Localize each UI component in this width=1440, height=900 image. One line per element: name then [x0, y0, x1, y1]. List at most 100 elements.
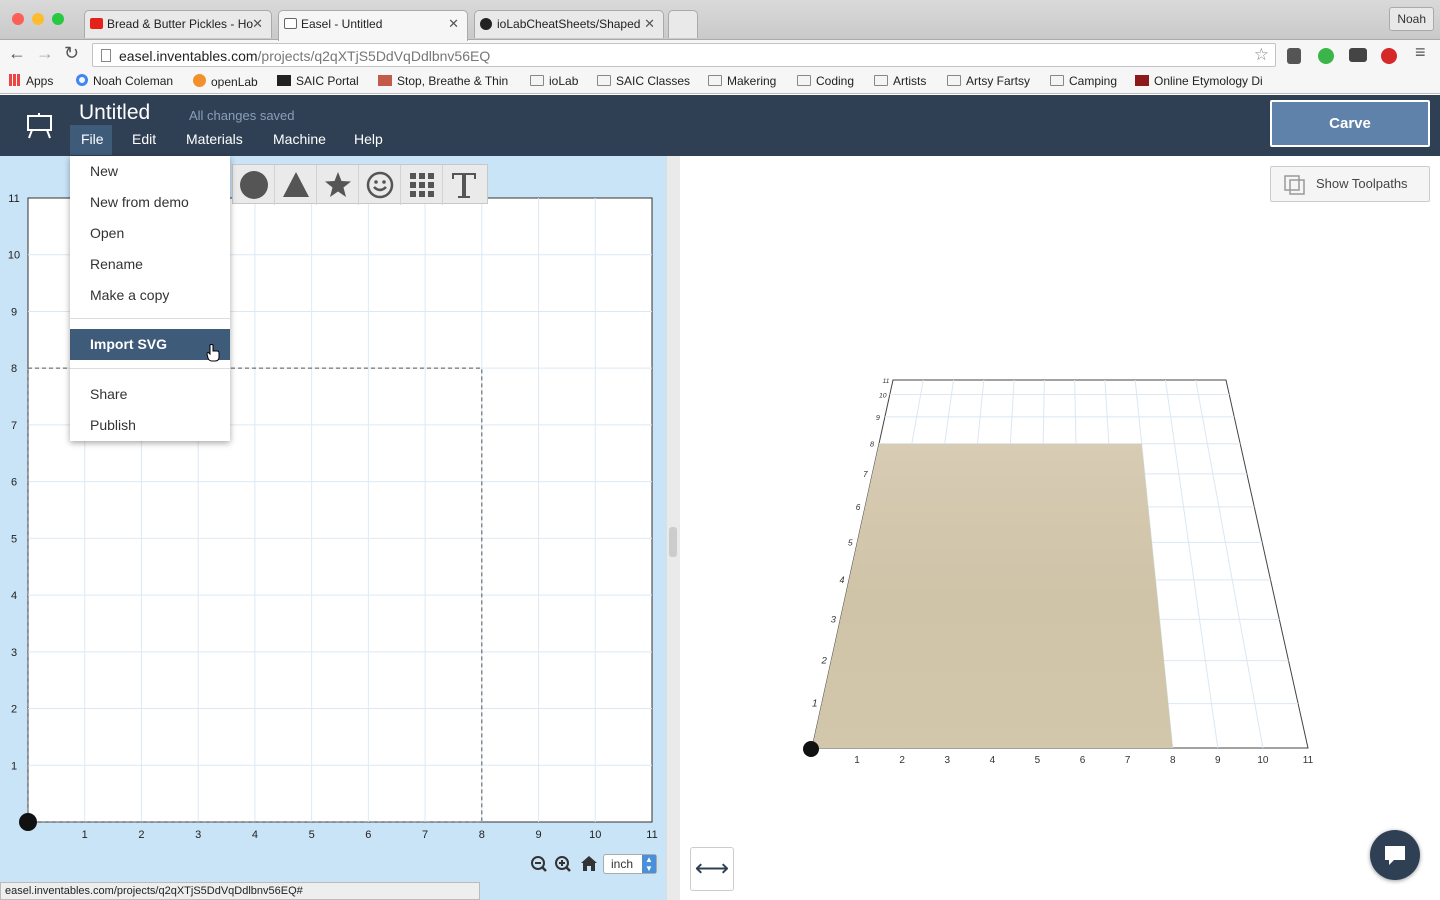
- x-tick-label: 7: [422, 829, 428, 841]
- origin-marker[interactable]: [19, 813, 37, 831]
- menu-item-open[interactable]: Open: [70, 218, 230, 249]
- bookmark-folder-camping[interactable]: Camping: [1050, 74, 1117, 88]
- reload-icon[interactable]: ↻: [64, 43, 79, 64]
- menu-machine[interactable]: Machine: [273, 131, 326, 147]
- bookmark-folder-coding[interactable]: Coding: [797, 74, 854, 88]
- folder-icon: [874, 75, 888, 86]
- preview-x-tick: 2: [899, 755, 905, 766]
- triangle-tool-button[interactable]: [275, 165, 317, 205]
- easel-logo-icon[interactable]: [26, 112, 54, 140]
- menu-item-new[interactable]: New: [70, 156, 230, 187]
- icon-library-button[interactable]: [359, 165, 401, 205]
- menu-item-make-a-copy[interactable]: Make a copy: [70, 280, 230, 311]
- bookmark-saic-portal[interactable]: SAIC Portal: [277, 74, 359, 88]
- preview-y-tick: 6: [856, 503, 861, 512]
- menu-edit[interactable]: Edit: [132, 131, 156, 147]
- bookmark-star-icon[interactable]: ☆: [1254, 45, 1269, 65]
- resize-handle[interactable]: [669, 527, 677, 557]
- preview-y-tick: 9: [876, 413, 880, 422]
- y-tick-label: 7: [11, 420, 17, 432]
- preview-y-tick: 2: [821, 656, 828, 667]
- back-icon[interactable]: ←: [8, 43, 26, 64]
- y-tick-label: 9: [11, 306, 17, 318]
- url-host: easel.inventables.com: [119, 48, 258, 64]
- swap-view-button[interactable]: ⟷: [690, 847, 734, 891]
- y-tick-label: 11: [8, 193, 19, 205]
- apps-grid-icon: [9, 74, 21, 86]
- chrome-menu-icon[interactable]: ≡: [1415, 42, 1426, 63]
- carve-button[interactable]: Carve: [1270, 100, 1430, 147]
- bookmark-folder-artists[interactable]: Artists: [874, 74, 926, 88]
- menu-item-publish[interactable]: Publish: [70, 410, 230, 441]
- new-tab-button[interactable]: [668, 10, 698, 38]
- y-tick-label: 2: [11, 704, 17, 716]
- menu-item-new-from-demo[interactable]: New from demo: [70, 187, 230, 218]
- pocket-icon[interactable]: [1349, 48, 1367, 62]
- 3d-preview[interactable]: 1 2 3 4 5 6 7 8 9 10 11 1234567891011: [680, 156, 1440, 900]
- preview-x-ticks: 1 2 3 4 5 6 7 8 9 10 11: [854, 755, 1313, 766]
- browser-tab-youtube[interactable]: Bread & Butter Pickles - Ho ✕: [84, 10, 272, 38]
- preview-x-tick: 9: [1215, 755, 1221, 766]
- menu-file[interactable]: File: [81, 131, 104, 147]
- text-icon: [452, 173, 476, 198]
- close-tab-icon[interactable]: ✕: [448, 16, 459, 32]
- bookmark-image-icon: [378, 75, 392, 86]
- bookmark-label: SAIC Portal: [296, 74, 359, 88]
- folder-icon: [1050, 75, 1064, 86]
- menu-item-share[interactable]: Share: [70, 379, 230, 410]
- bookmark-folder-makering[interactable]: Makering: [708, 74, 776, 88]
- browser-toolbar: ← → ↻ easel.inventables.com/projects/q2q…: [0, 39, 1440, 70]
- circle-tool-button[interactable]: [233, 165, 275, 205]
- zoom-controls: [529, 854, 601, 881]
- grid-icon: [409, 173, 434, 197]
- close-window-icon[interactable]: [12, 13, 24, 25]
- zoom-window-icon[interactable]: [52, 13, 64, 25]
- x-tick-label: 8: [479, 829, 485, 841]
- help-chat-button[interactable]: [1370, 830, 1420, 880]
- bookmark-openlab[interactable]: openLab: [193, 74, 258, 89]
- close-tab-icon[interactable]: ✕: [252, 16, 263, 32]
- bookmark-label: openLab: [211, 75, 258, 89]
- browser-tab-github[interactable]: ioLabCheatSheets/Shaped ✕: [474, 10, 664, 38]
- adblock-icon[interactable]: [1381, 48, 1397, 64]
- address-bar[interactable]: easel.inventables.com/projects/q2qXTjS5D…: [92, 43, 1276, 67]
- menu-help[interactable]: Help: [354, 131, 383, 147]
- extension-green-icon[interactable]: [1318, 48, 1334, 64]
- bookmark-label: Makering: [727, 74, 777, 88]
- preview-x-tick: 10: [1257, 755, 1269, 766]
- menu-materials[interactable]: Materials: [186, 131, 243, 147]
- bookmark-online-etymology[interactable]: Online Etymology Di: [1135, 74, 1263, 88]
- profile-button[interactable]: Noah: [1389, 7, 1434, 31]
- browser-tab-easel[interactable]: Easel - Untitled ✕: [278, 10, 468, 41]
- preview-x-tick: 5: [1035, 755, 1041, 766]
- forward-icon[interactable]: →: [36, 43, 54, 64]
- text-tool-button[interactable]: [443, 165, 485, 205]
- show-toolpaths-button[interactable]: Show Toolpaths: [1270, 166, 1430, 202]
- document-title[interactable]: Untitled: [79, 101, 150, 125]
- home-icon[interactable]: [581, 856, 597, 871]
- preview-y-tick: 11: [883, 378, 890, 385]
- bookmark-label: SAIC Classes: [616, 74, 691, 88]
- bookmark-folder-saic-classes[interactable]: SAIC Classes: [597, 74, 690, 88]
- bookmark-folder-iolab[interactable]: ioLab: [530, 74, 578, 88]
- url-path: /projects/q2qXTjS5DdVqDdlbnv56EQ: [257, 48, 491, 64]
- close-tab-icon[interactable]: ✕: [644, 16, 655, 32]
- bookmark-stop-breathe[interactable]: Stop, Breathe & Thin: [378, 74, 508, 88]
- bookmark-apps[interactable]: Apps: [9, 74, 53, 88]
- zoom-out-icon[interactable]: [531, 856, 547, 872]
- apps-button[interactable]: [401, 165, 443, 205]
- x-tick-label: 4: [252, 829, 258, 841]
- bookmark-label: Online Etymology Di: [1154, 74, 1263, 88]
- bookmark-noah-coleman[interactable]: Noah Coleman: [76, 74, 173, 88]
- preview-origin-marker: [803, 741, 819, 757]
- zoom-in-icon[interactable]: [555, 856, 571, 872]
- menu-item-rename[interactable]: Rename: [70, 249, 230, 280]
- minimize-window-icon[interactable]: [32, 13, 44, 25]
- unit-select[interactable]: inch ▲ ▼: [603, 854, 657, 874]
- folder-icon: [947, 75, 961, 86]
- evernote-icon[interactable]: [1287, 48, 1301, 64]
- star-tool-button[interactable]: [317, 165, 359, 205]
- page-icon: [101, 49, 111, 62]
- bookmark-folder-artsy-fartsy[interactable]: Artsy Fartsy: [947, 74, 1030, 88]
- bookmark-label: Artsy Fartsy: [966, 74, 1031, 88]
